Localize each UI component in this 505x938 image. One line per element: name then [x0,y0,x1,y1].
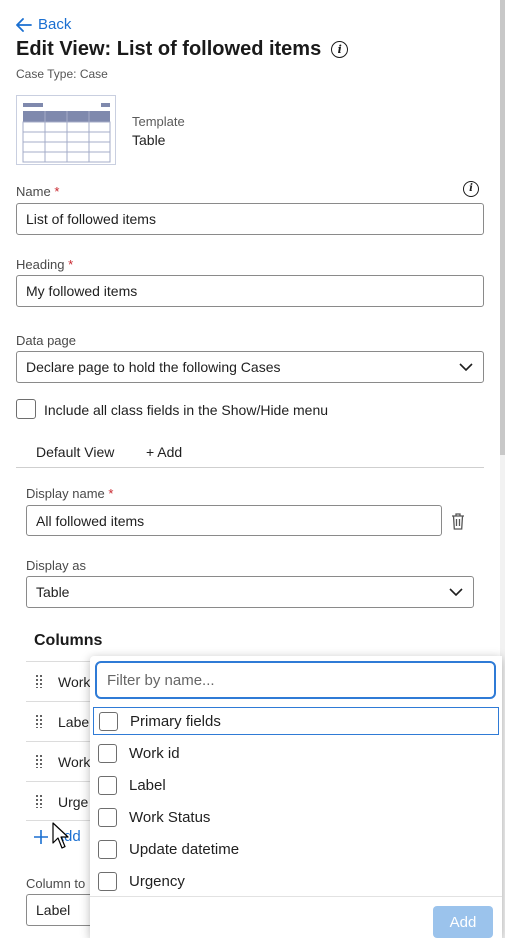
column-row-label: Work [58,754,91,770]
filter-placeholder: Filter by name... [107,671,215,689]
display-name-input[interactable]: All followed items [26,505,442,536]
back-link[interactable]: Back [16,16,71,33]
template-value: Table [132,132,166,148]
template-thumbnail[interactable] [16,95,116,165]
option-checkbox[interactable] [99,711,118,731]
scrollbar-thumb[interactable] [500,0,505,455]
trash-icon[interactable] [451,513,465,530]
name-label-text: Name [16,184,51,199]
column-row-label: Urge [58,794,89,810]
columns-title: Columns [34,632,103,649]
datapage-select-value: Declare page to hold the following Cases [26,359,281,375]
required-mark: * [54,184,60,199]
back-label: Back [38,16,72,33]
chevron-down-icon [459,363,473,371]
case-type-label: Case Type: Case [16,67,108,81]
drag-handle-icon[interactable] [35,794,43,808]
column-row[interactable]: Labe [26,701,96,741]
back-arrow-icon [16,17,32,32]
option-urgency[interactable]: Urgency [93,867,499,895]
display-name-label: Display name * [26,486,113,501]
required-mark: * [68,257,74,272]
include-fields-checkbox[interactable] [16,399,36,419]
required-mark: * [108,486,114,501]
heading-input[interactable]: My followed items [16,275,484,307]
option-label: Update datetime [129,840,240,858]
drag-handle-icon[interactable] [35,754,43,768]
name-label: Name * [16,184,59,199]
option-primary-fields[interactable]: Primary fields [93,707,499,735]
display-name-input-value: All followed items [36,512,145,529]
datapage-select[interactable]: Declare page to hold the following Cases [16,351,484,383]
option-checkbox[interactable] [98,743,117,763]
option-update-datetime[interactable]: Update datetime [93,835,499,863]
option-label: Urgency [129,872,185,890]
add-columns-popover: Filter by name... Primary fields Work id… [90,656,502,938]
option-label: Label [129,776,166,794]
name-input-value: List of followed items [26,211,156,227]
include-fields-label: Include all class fields in the Show/Hid… [44,402,329,418]
option-work-status[interactable]: Work Status [93,803,499,831]
display-as-select[interactable]: Table [26,576,474,608]
heading-label-text: Heading [16,257,65,272]
tab-add[interactable]: + Add [146,444,182,460]
filter-input[interactable]: Filter by name... [95,661,496,699]
column-row-label: Labe [58,714,90,730]
popover-footer: Add [90,896,502,938]
drag-handle-icon[interactable] [35,714,43,728]
add-button[interactable]: Add [433,906,493,938]
name-info-icon[interactable]: i [463,181,479,197]
option-label: Work id [129,744,180,762]
column-row[interactable]: Work [26,741,96,781]
page-title-row: Edit View: List of followed items i [16,38,349,61]
column-to-label: Column to [26,876,86,891]
name-input[interactable]: List of followed items [16,203,484,235]
mouse-cursor-icon [52,822,69,849]
tab-default-view[interactable]: Default View [36,444,114,460]
plus-icon [34,829,48,844]
display-name-label-text: Display name [26,486,105,501]
display-as-label: Display as [26,558,86,573]
column-row[interactable]: Urge [26,781,96,821]
drag-handle-icon[interactable] [35,674,43,688]
option-label: Work Status [129,808,211,826]
option-work-id[interactable]: Work id [93,739,499,767]
option-checkbox[interactable] [98,839,117,859]
heading-label: Heading * [16,257,73,272]
datapage-label: Data page [16,333,76,348]
chevron-down-icon [449,588,463,596]
option-checkbox[interactable] [98,871,117,891]
template-label: Template [132,114,185,129]
option-checkbox[interactable] [98,807,117,827]
page-title: Edit View: List of followed items [16,38,322,60]
info-icon[interactable]: i [331,41,349,58]
option-label: Primary fields [130,712,221,730]
column-to-value: Label [36,902,71,918]
table-template-icon [22,103,111,163]
heading-input-value: My followed items [26,283,138,299]
column-row[interactable]: Work [26,661,96,701]
option-label-field[interactable]: Label [93,771,499,799]
display-as-value: Table [36,584,70,600]
option-checkbox[interactable] [98,775,117,795]
column-row-label: Work [58,674,91,690]
